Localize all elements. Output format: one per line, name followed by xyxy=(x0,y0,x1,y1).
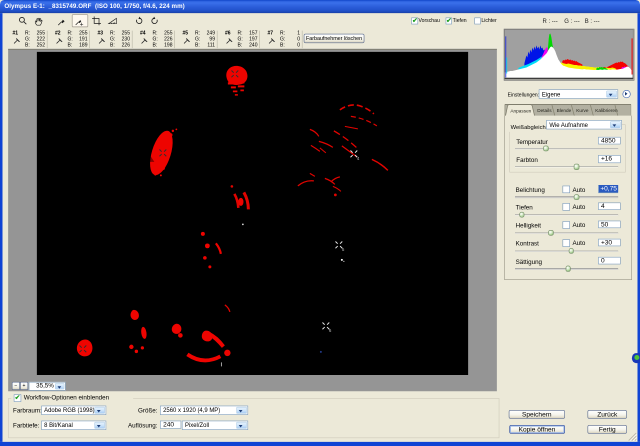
svg-text:6: 6 xyxy=(329,328,332,333)
svg-text:4: 4 xyxy=(357,156,360,161)
svg-text:Blende: Blende xyxy=(557,108,572,113)
svg-text:Anpassen: Anpassen xyxy=(510,108,531,113)
svg-text:5: 5 xyxy=(342,247,345,252)
svg-text:Kurve: Kurve xyxy=(576,108,589,113)
svg-text:Kalibrieren: Kalibrieren xyxy=(595,108,618,113)
svg-text:Details: Details xyxy=(537,108,552,113)
